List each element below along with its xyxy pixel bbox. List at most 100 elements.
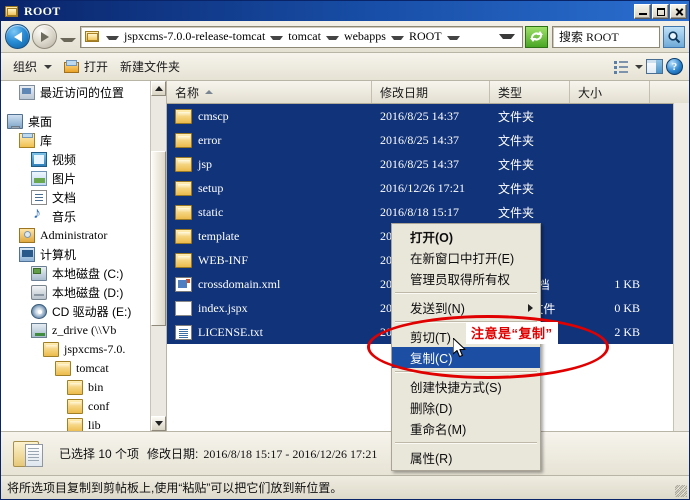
sidebar-item-5[interactable]: 图片 — [1, 169, 151, 188]
folder-icon — [175, 132, 192, 148]
breadcrumb-chevron-icon-1[interactable] — [270, 35, 284, 40]
open-folder-icon — [64, 59, 80, 74]
sidebar-item-7[interactable]: 音乐 — [1, 206, 151, 226]
sidebar-item-0[interactable]: 最近访问的位置 — [1, 83, 151, 102]
table-row[interactable]: cmscp 2016/8/25 14:37 文件夹 — [167, 104, 689, 128]
context-menu-item-1[interactable]: 在新窗口中打开(E) — [392, 247, 540, 268]
forward-button[interactable] — [32, 24, 57, 49]
navigation-scroll-track[interactable] — [151, 96, 166, 416]
breadcrumb-chevron-icon-4[interactable] — [446, 35, 460, 40]
cell-name: LICENSE.txt — [167, 324, 372, 340]
folder-icon — [67, 399, 83, 414]
title-bar[interactable]: ROOT — [1, 1, 689, 21]
view-options-icon[interactable] — [613, 60, 629, 74]
column-header-size[interactable]: 大小 — [570, 81, 650, 103]
recent-pages-chevron-down-icon[interactable] — [60, 37, 76, 42]
navigation-scroll-thumb[interactable] — [151, 151, 166, 326]
view-chevron-down-icon[interactable] — [635, 64, 643, 69]
table-row[interactable]: jsp 2016/8/25 14:37 文件夹 — [167, 152, 689, 176]
preview-pane-icon[interactable] — [646, 59, 663, 74]
context-menu-item-10[interactable]: 删除(D) — [392, 397, 540, 418]
column-header-name[interactable]: 名称 — [167, 81, 372, 103]
context-menu-item-9[interactable]: 创建快捷方式(S) — [392, 376, 540, 397]
context-menu-item-label: 删除(D) — [410, 402, 453, 416]
back-button[interactable] — [5, 24, 30, 49]
cell-name: template — [167, 228, 372, 244]
desktop-icon — [7, 114, 23, 129]
breadcrumb-bar[interactable]: jspxcms-7.0.0-release-tomcat tomcat weba… — [80, 25, 523, 48]
resize-grip[interactable] — [675, 485, 687, 497]
table-row[interactable]: error 2016/8/25 14:37 文件夹 — [167, 128, 689, 152]
sidebar-item-label: 音乐 — [52, 210, 77, 224]
file-name: index.jspx — [198, 300, 248, 315]
navigation-scrollbar[interactable] — [150, 81, 166, 431]
sidebar-item-12[interactable]: CD 驱动器 (E:) — [1, 302, 151, 321]
table-row[interactable]: setup 2016/12/26 17:21 文件夹 — [167, 176, 689, 200]
breadcrumb-item-0[interactable]: jspxcms-7.0.0-release-tomcat — [124, 29, 265, 44]
sidebar-item-18[interactable]: lib — [1, 416, 151, 431]
new-folder-button[interactable]: 新建文件夹 — [114, 56, 186, 78]
breadcrumb-item-3[interactable]: ROOT — [409, 29, 442, 44]
breadcrumb: jspxcms-7.0.0-release-tomcat tomcat weba… — [101, 29, 499, 44]
context-menu-item-7[interactable]: 复制(C) — [392, 347, 540, 368]
context-menu-item-13[interactable]: 属性(R) — [392, 447, 540, 468]
sidebar-item-13[interactable]: z_drive (\\Vb — [1, 321, 151, 340]
address-bar: jspxcms-7.0.0-release-tomcat tomcat weba… — [1, 21, 689, 53]
maximize-button[interactable] — [652, 3, 669, 19]
sidebar-item-label: 本地磁盘 (D:) — [52, 286, 124, 300]
sidebar-item-14[interactable]: jspxcms-7.0. — [1, 340, 151, 359]
table-row[interactable]: static 2016/8/18 15:17 文件夹 — [167, 200, 689, 224]
breadcrumb-item-2[interactable]: webapps — [344, 29, 386, 44]
sidebar-item-10[interactable]: 本地磁盘 (C:) — [1, 264, 151, 283]
cell-name: crossdomain.xml — [167, 276, 372, 292]
column-header-date-label: 修改日期 — [380, 85, 429, 100]
context-menu-item-4[interactable]: 发送到(N) — [392, 297, 540, 318]
context-menu-item-label: 在新窗口中打开(E) — [410, 252, 515, 266]
system-drive-icon — [31, 266, 47, 281]
open-button[interactable]: 打开 — [58, 56, 114, 78]
sidebar-item-label: z_drive (\\Vb — [52, 323, 117, 337]
sidebar-item-2[interactable]: 桌面 — [1, 112, 151, 131]
sidebar-item-4[interactable]: 视频 — [1, 150, 151, 169]
context-menu-item-11[interactable]: 重命名(M) — [392, 418, 540, 439]
sidebar-item-label: 库 — [40, 134, 53, 148]
sidebar-item-15[interactable]: tomcat — [1, 359, 151, 378]
scroll-up-button[interactable] — [151, 81, 166, 96]
command-toolbar: 组织 打开 新建文件夹 ? — [1, 53, 689, 81]
breadcrumb-item-1[interactable]: tomcat — [288, 29, 321, 44]
file-list-scrollbar[interactable] — [673, 103, 689, 431]
file-name: LICENSE.txt — [198, 324, 263, 339]
toolbar-right-group: ? — [613, 58, 683, 75]
sidebar-item-16[interactable]: bin — [1, 378, 151, 397]
sidebar-item-17[interactable]: conf — [1, 397, 151, 416]
minimize-button[interactable] — [634, 3, 651, 19]
folder-icon — [175, 252, 192, 268]
sidebar-item-3[interactable]: 库 — [1, 131, 151, 150]
pictures-icon — [31, 171, 47, 186]
close-button[interactable] — [670, 3, 687, 19]
sidebar-item-9[interactable]: 计算机 — [1, 245, 151, 264]
column-header-size-label: 大小 — [578, 85, 603, 100]
breadcrumb-chevron-icon-0[interactable] — [106, 35, 119, 40]
sidebar-item-11[interactable]: 本地磁盘 (D:) — [1, 283, 151, 302]
scroll-down-button[interactable] — [151, 416, 166, 431]
menu-separator — [395, 292, 537, 294]
organize-button[interactable]: 组织 — [7, 56, 58, 78]
open-label: 打开 — [84, 60, 109, 74]
context-menu-item-2[interactable]: 管理员取得所有权 — [392, 268, 540, 289]
sidebar-item-label: lib — [88, 418, 101, 431]
sidebar-item-8[interactable]: Administrator — [1, 226, 151, 245]
address-dropdown-chevron-icon[interactable] — [499, 34, 515, 39]
breadcrumb-chevron-icon-3[interactable] — [390, 35, 404, 40]
refresh-button[interactable] — [525, 25, 548, 48]
search-input[interactable]: 搜索 ROOT — [552, 25, 660, 48]
help-icon[interactable]: ? — [666, 58, 683, 75]
sidebar-item-6[interactable]: 文档 — [1, 188, 151, 207]
documents-icon — [31, 190, 47, 205]
menu-separator — [395, 442, 537, 444]
column-header-type[interactable]: 类型 — [490, 81, 570, 103]
search-icon[interactable] — [663, 25, 685, 48]
breadcrumb-chevron-icon-2[interactable] — [325, 35, 339, 40]
column-header-date[interactable]: 修改日期 — [372, 81, 490, 103]
context-menu-item-0[interactable]: 打开(O) — [392, 226, 540, 247]
